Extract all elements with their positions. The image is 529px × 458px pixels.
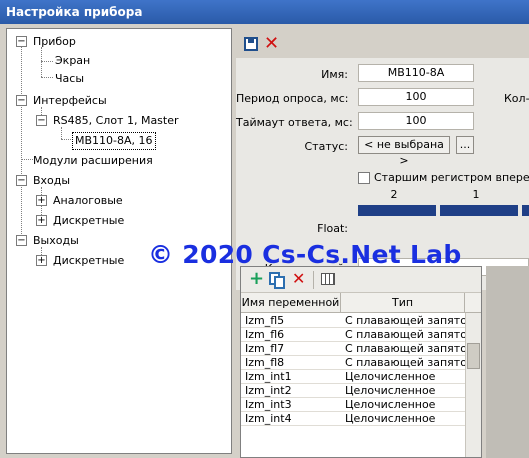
copy-icon-back [274,276,285,289]
table-row[interactable]: Izm_int3 Целочисленное [241,398,465,412]
tree-item-ekran[interactable]: Экран [55,53,90,69]
var-name-cell: Izm_fl8 [245,356,285,369]
collapse-icon[interactable]: − [16,235,27,246]
var-type-cell: Целочисленное [345,412,436,425]
tree-line [41,77,53,78]
float-byte-2-label: 2 [390,188,398,201]
count-label: Кол-в [504,92,529,105]
column-header-type[interactable]: Тип [341,293,465,313]
tree-item-chasy[interactable]: Часы [55,71,84,87]
var-type-cell: С плавающей запятой [345,314,465,327]
empty-panel [486,266,529,458]
table-row[interactable]: Izm_fl8 С плавающей запятой [241,356,465,370]
var-name-cell: Izm_int2 [245,384,292,397]
delete-icon[interactable]: ✕ [292,270,305,288]
grid-settings-icon[interactable] [321,273,335,285]
var-name-cell: Izm_int1 [245,370,292,383]
grid-scrollbar[interactable] [465,313,481,457]
var-type-cell: С плавающей запятой [345,356,465,369]
table-row[interactable]: Izm_fl5 С плавающей запятой [241,314,465,328]
tree-item-interfaces[interactable]: Интерфейсы [33,93,107,109]
float-byte-1-label: 1 [472,188,480,201]
var-type-cell: Целочисленное [345,370,436,383]
close-icon[interactable]: ✕ [264,35,279,53]
table-row[interactable]: Izm_int2 Целочисленное [241,384,465,398]
tree-item-rs485[interactable]: RS485, Слот 1, Master [53,113,179,129]
float-byte-1-bar [440,205,518,216]
var-type-cell: С плавающей запятой [345,342,465,355]
timeout-field[interactable]: 100 [358,112,474,130]
tree-line [21,46,22,238]
var-name-cell: Izm_fl7 [245,342,285,355]
high-register-first-label: Старшим регистром вперед [374,171,529,184]
tree-line [41,47,42,77]
float-label: Float: [317,222,348,235]
collapse-icon[interactable]: − [16,36,27,47]
var-name-cell: Izm_fl6 [245,328,285,341]
var-type-cell: Целочисленное [345,384,436,397]
high-register-first-checkbox[interactable] [358,172,370,184]
tree-item-pribor[interactable]: Прибор [33,34,76,50]
status-browse-button[interactable]: ... [456,136,474,154]
tree-item-discrete-outputs[interactable]: Дискретные [53,253,124,269]
table-row[interactable]: Izm_int1 Целочисленное [241,370,465,384]
expand-icon[interactable]: + [36,215,47,226]
window-title: Настройка прибора [0,0,529,24]
float-byte-2-bar [358,205,436,216]
table-row[interactable]: Izm_fl6 С плавающей запятой [241,328,465,342]
collapse-icon[interactable]: − [16,95,27,106]
grid-toolbar: + ✕ [241,267,481,293]
tree-line [41,61,53,62]
name-field[interactable]: МВ110-8А [358,64,474,82]
timeout-label: Таймаут ответа, мс: [236,116,353,129]
add-icon[interactable]: + [249,269,264,289]
toolbar-separator [313,271,314,289]
table-row[interactable]: Izm_fl7 С плавающей запятой [241,342,465,356]
save-icon[interactable] [244,37,258,51]
expand-icon[interactable]: + [36,255,47,266]
scrollbar-thumb[interactable] [467,343,480,369]
var-name-cell: Izm_int4 [245,412,292,425]
column-header-name[interactable]: Имя переменной [241,293,341,313]
table-row[interactable]: Izm_int4 Целочисленное [241,412,465,426]
tree-item-analog-inputs[interactable]: Аналоговые [53,193,123,209]
collapse-icon[interactable]: − [36,115,47,126]
tree-line [21,159,33,160]
tree-item-inputs[interactable]: Входы [33,173,70,189]
tree-item-discrete-inputs[interactable]: Дискретные [53,213,124,229]
tree-item-device-selected[interactable]: МВ110-8А, 16 [72,132,156,150]
poll-period-label: Период опроса, мс: [236,92,349,105]
var-type-cell: Целочисленное [345,398,436,411]
var-name-cell: Izm_fl5 [245,314,285,327]
tree-item-outputs[interactable]: Выходы [33,233,79,249]
tree-item-modules[interactable]: Модули расширения [33,153,153,169]
name-label: Имя: [321,68,348,81]
settings-toolbar: ✕ [236,28,529,58]
float-byte-0-bar [522,205,529,216]
collapse-icon[interactable]: − [16,175,27,186]
poll-period-field[interactable]: 100 [358,88,474,106]
var-name-cell: Izm_int3 [245,398,292,411]
status-label: Статус: [304,140,348,153]
var-type-cell: С плавающей запятой [345,328,465,341]
status-select[interactable]: < не выбрана > [358,136,450,167]
watermark: © 2020 Cs-Cs.Net Lab [148,240,462,269]
settings-window: Настройка прибора − Прибор Экран Часы − … [0,0,529,458]
expand-icon[interactable]: + [36,195,47,206]
grid-header: Имя переменной Тип [241,293,481,313]
variables-grid[interactable]: + ✕ Имя переменной Тип Izm_fl5 С плавающ… [240,266,482,458]
tree-line [61,139,73,140]
